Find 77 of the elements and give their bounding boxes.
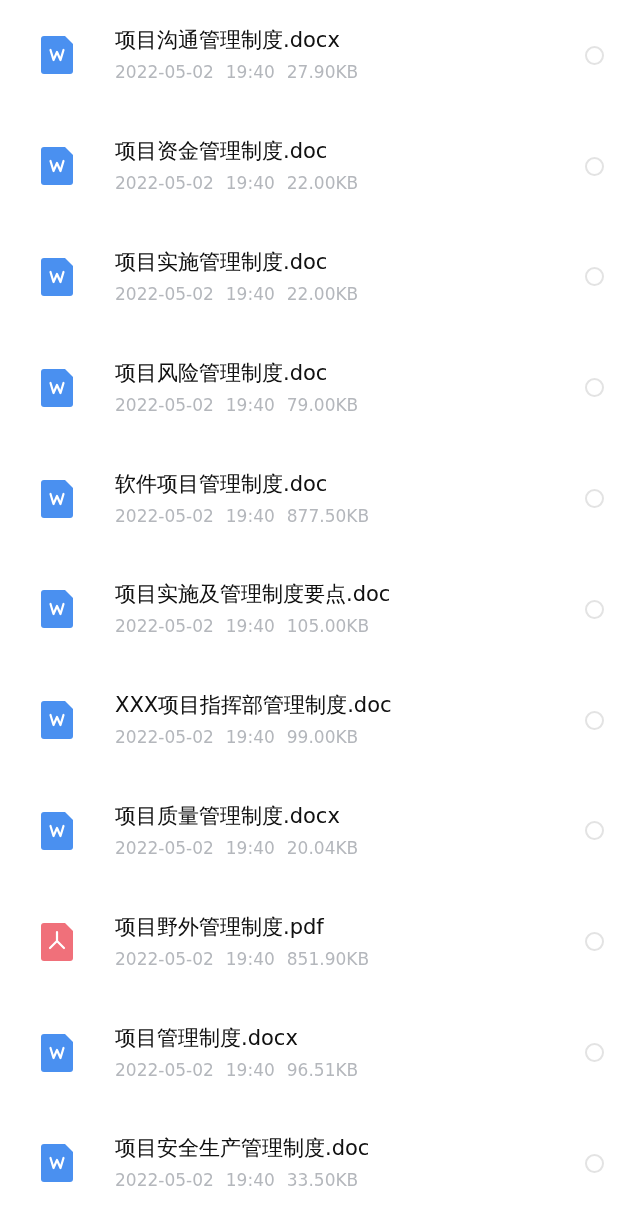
file-row[interactable]: 项目实施及管理制度要点.doc 2022-05-02 19:40 105.00KB bbox=[0, 554, 640, 665]
file-date: 2022-05-02 bbox=[115, 172, 214, 195]
file-time: 19:40 bbox=[225, 1169, 275, 1192]
select-radio[interactable] bbox=[585, 156, 604, 176]
file-row[interactable]: 项目野外管理制度.pdf 2022-05-02 19:40 851.90KB bbox=[0, 886, 640, 998]
file-row[interactable]: 项目实施管理制度.doc 2022-05-02 19:40 22.00KB bbox=[0, 221, 640, 333]
file-name: 项目沟通管理制度.docx bbox=[115, 27, 341, 54]
select-radio[interactable] bbox=[585, 821, 604, 841]
file-row[interactable]: 软件项目管理制度.doc 2022-05-02 19:40 877.50KB bbox=[0, 443, 640, 554]
file-size: 33.50KB bbox=[286, 1169, 359, 1192]
select-radio[interactable] bbox=[585, 378, 604, 398]
file-time: 19:40 bbox=[225, 61, 275, 84]
file-row[interactable]: 项目风险管理制度.doc 2022-05-02 19:40 79.00KB bbox=[0, 332, 640, 444]
pdf-document-icon bbox=[41, 922, 73, 961]
file-time: 19:40 bbox=[225, 393, 275, 416]
file-size: 96.51KB bbox=[286, 1058, 359, 1081]
word-document-icon bbox=[41, 811, 73, 850]
file-row[interactable]: 项目质量管理制度.docx 2022-05-02 19:40 20.04KB bbox=[0, 775, 640, 887]
word-document-icon bbox=[41, 36, 73, 75]
file-name: 项目质量管理制度.docx bbox=[115, 802, 341, 829]
file-size: 877.50KB bbox=[286, 504, 370, 527]
select-radio[interactable] bbox=[585, 489, 604, 509]
file-date: 2022-05-02 bbox=[115, 947, 214, 970]
file-size: 99.00KB bbox=[286, 726, 359, 749]
file-date: 2022-05-02 bbox=[115, 1058, 214, 1081]
file-date: 2022-05-02 bbox=[115, 393, 214, 416]
word-document-icon bbox=[41, 368, 73, 407]
file-name: 项目管理制度.docx bbox=[115, 1024, 299, 1051]
file-row[interactable]: 项目资金管理制度.doc 2022-05-02 19:40 22.00KB bbox=[0, 110, 640, 222]
select-radio[interactable] bbox=[585, 710, 604, 730]
select-radio[interactable] bbox=[585, 1153, 604, 1173]
file-name: 项目野外管理制度.pdf bbox=[115, 913, 325, 940]
word-document-icon bbox=[41, 1033, 73, 1072]
file-time: 19:40 bbox=[225, 1058, 275, 1081]
file-name: 项目实施管理制度.doc bbox=[115, 249, 329, 275]
word-document-icon bbox=[41, 258, 73, 296]
file-row[interactable]: XXX项目指挥部管理制度.doc 2022-05-02 19:40 99.00KB bbox=[0, 664, 640, 776]
file-size: 851.90KB bbox=[286, 947, 370, 970]
select-radio[interactable] bbox=[585, 1043, 604, 1063]
select-radio[interactable] bbox=[585, 599, 604, 619]
file-size: 22.00KB bbox=[286, 172, 359, 195]
file-name: 项目资金管理制度.doc bbox=[115, 138, 329, 165]
file-size: 20.04KB bbox=[286, 836, 359, 859]
word-document-icon bbox=[41, 1144, 73, 1183]
file-time: 19:40 bbox=[225, 947, 275, 970]
select-radio[interactable] bbox=[585, 267, 604, 287]
file-row[interactable]: 项目沟通管理制度.docx 2022-05-02 19:40 27.90KB bbox=[0, 0, 640, 111]
select-radio[interactable] bbox=[585, 932, 604, 952]
word-document-icon bbox=[41, 479, 73, 518]
file-date: 2022-05-02 bbox=[115, 726, 214, 749]
file-date: 2022-05-02 bbox=[115, 836, 214, 859]
file-name: 项目风险管理制度.doc bbox=[115, 359, 329, 386]
file-date: 2022-05-02 bbox=[115, 615, 214, 638]
file-time: 19:40 bbox=[225, 172, 275, 195]
file-date: 2022-05-02 bbox=[115, 1169, 214, 1192]
file-name: 项目实施及管理制度要点.doc bbox=[115, 581, 392, 608]
file-size: 79.00KB bbox=[286, 393, 359, 416]
file-time: 19:40 bbox=[225, 836, 275, 859]
file-time: 19:40 bbox=[225, 504, 275, 527]
file-date: 2022-05-02 bbox=[115, 61, 214, 84]
file-row[interactable]: 项目管理制度.docx 2022-05-02 19:40 96.51KB bbox=[0, 997, 640, 1108]
word-document-icon bbox=[41, 590, 73, 629]
file-time: 19:40 bbox=[225, 615, 275, 638]
select-radio[interactable] bbox=[585, 45, 604, 65]
file-time: 19:40 bbox=[225, 283, 275, 305]
file-date: 2022-05-02 bbox=[115, 504, 214, 527]
file-size: 22.00KB bbox=[286, 283, 359, 305]
file-name: XXX项目指挥部管理制度.doc bbox=[115, 692, 393, 719]
file-date: 2022-05-02 bbox=[115, 283, 214, 305]
file-name: 软件项目管理制度.doc bbox=[115, 470, 329, 497]
word-document-icon bbox=[41, 701, 73, 740]
file-size: 27.90KB bbox=[286, 61, 359, 84]
file-time: 19:40 bbox=[225, 726, 275, 749]
word-document-icon bbox=[41, 147, 73, 186]
file-size: 105.00KB bbox=[286, 615, 370, 638]
file-row[interactable]: 项目安全生产管理制度.doc 2022-05-02 19:40 33.50KB bbox=[0, 1107, 640, 1219]
file-name: 项目安全生产管理制度.doc bbox=[115, 1135, 371, 1162]
